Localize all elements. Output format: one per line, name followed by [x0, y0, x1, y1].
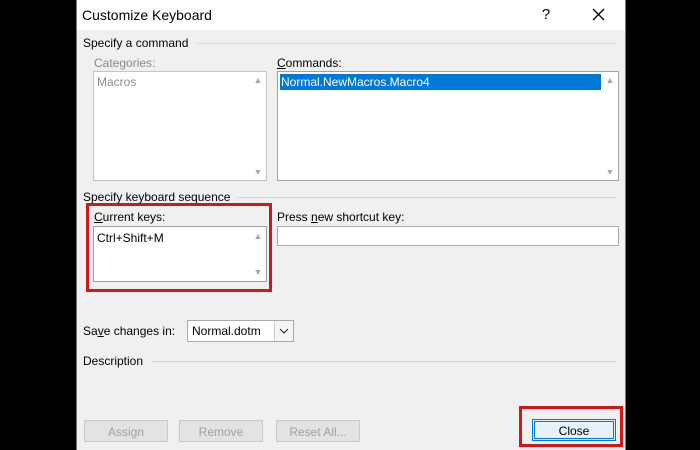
group-divider	[237, 197, 617, 198]
commands-label: Commands:	[277, 56, 342, 70]
help-icon: ?	[541, 6, 551, 23]
categories-label: Categories:	[94, 56, 156, 70]
close-window-button[interactable]	[585, 3, 611, 27]
commands-item-macro4[interactable]: Normal.NewMacros.Macro4	[280, 74, 601, 90]
save-changes-select[interactable]: Normal.dotm	[187, 320, 294, 342]
new-shortcut-input[interactable]	[277, 226, 619, 246]
group-divider	[197, 43, 617, 44]
reset-all-button[interactable]: Reset All...	[276, 420, 360, 442]
scroll-up-icon[interactable]: ▲	[252, 74, 264, 86]
group-divider	[152, 361, 617, 362]
dialog-title: Customize Keyboard	[82, 7, 212, 23]
categories-list[interactable]: Macros ▲ ▼	[93, 71, 267, 181]
close-button-highlight	[519, 406, 623, 447]
commands-list[interactable]: Normal.NewMacros.Macro4 ▲ ▼	[277, 71, 619, 181]
assign-button[interactable]: Assign	[84, 420, 168, 442]
description-label: Description	[83, 354, 144, 368]
close-icon	[592, 8, 605, 21]
current-keys-highlight	[86, 203, 272, 292]
scroll-up-icon[interactable]: ▲	[604, 74, 616, 86]
help-button[interactable]: ?	[535, 3, 557, 27]
specify-keyboard-sequence-label: Specify keyboard sequence	[83, 190, 231, 204]
specify-command-label: Specify a command	[83, 36, 189, 50]
title-bar: Customize Keyboard ?	[77, 0, 625, 30]
chevron-down-icon	[279, 328, 289, 334]
categories-item-macros[interactable]: Macros	[96, 74, 136, 90]
save-changes-label: Save changes in:	[83, 324, 176, 338]
scroll-down-icon[interactable]: ▼	[252, 166, 264, 178]
remove-button[interactable]: Remove	[179, 420, 263, 442]
scroll-down-icon[interactable]: ▼	[604, 166, 616, 178]
save-changes-value: Normal.dotm	[192, 324, 261, 338]
dropdown-button[interactable]	[274, 321, 293, 341]
new-shortcut-label: Press new shortcut key:	[277, 210, 405, 224]
customize-keyboard-dialog: Customize Keyboard ? Specify a command C…	[76, 0, 626, 450]
